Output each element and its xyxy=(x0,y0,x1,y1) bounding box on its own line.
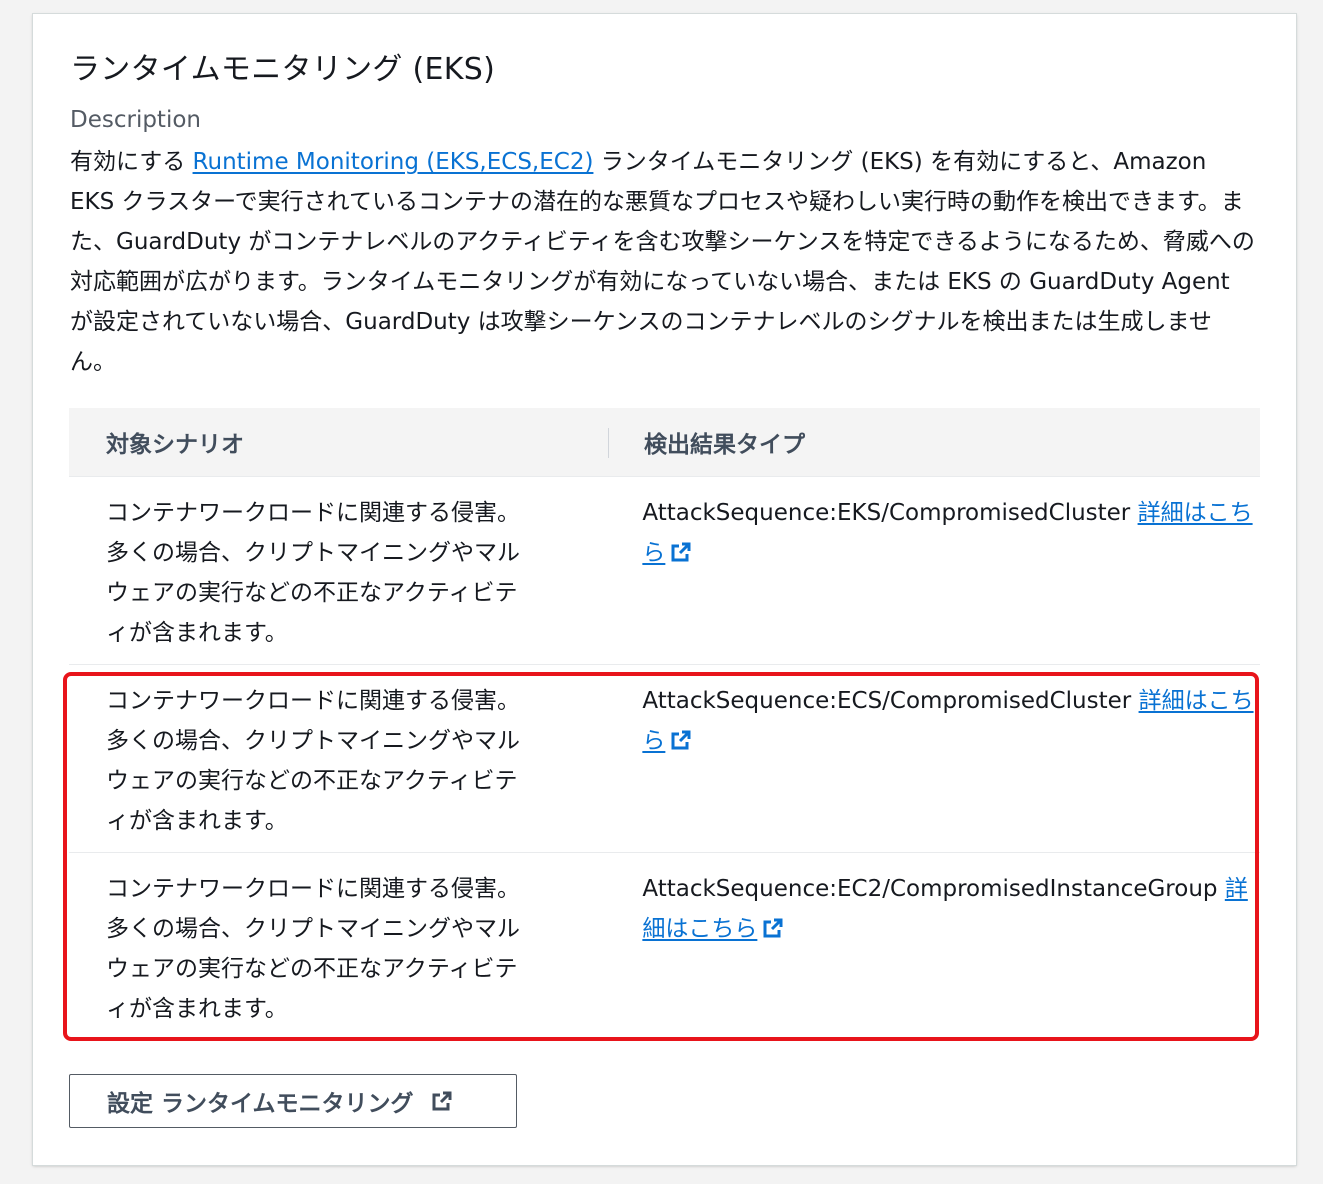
description-label: Description xyxy=(70,107,201,133)
finding-type-cell: AttackSequence:EC2/CompromisedInstanceGr… xyxy=(606,853,1260,1041)
findings-table: 対象シナリオ 検出結果タイプ コンテナワークロードに関連する侵害。多くの場合、ク… xyxy=(69,408,1260,1041)
table-row: コンテナワークロードに関連する侵害。多くの場合、クリプトマイニングやマルウェアの… xyxy=(69,477,1260,665)
finding-type-text: AttackSequence:EKS/CompromisedCluster xyxy=(642,500,1131,526)
finding-type-text: AttackSequence:ECS/CompromisedCluster xyxy=(642,688,1132,714)
table-header: 対象シナリオ 検出結果タイプ xyxy=(69,408,1260,477)
column-header-scenario: 対象シナリオ xyxy=(106,432,244,458)
external-link-icon xyxy=(671,730,691,750)
panel-title: ランタイムモニタリング (EKS) xyxy=(70,52,496,87)
external-link-icon xyxy=(763,918,783,938)
configure-button-label: 設定 ランタイムモニタリング xyxy=(107,1091,414,1117)
external-link-icon xyxy=(671,542,691,562)
external-link-icon xyxy=(432,1091,452,1111)
configure-runtime-monitoring-button[interactable]: 設定 ランタイムモニタリング xyxy=(69,1074,517,1128)
table-row: コンテナワークロードに関連する侵害。多くの場合、クリプトマイニングやマルウェアの… xyxy=(69,665,1260,853)
finding-type-cell: AttackSequence:EKS/CompromisedCluster 詳細… xyxy=(606,477,1260,664)
runtime-monitoring-panel: ランタイムモニタリング (EKS) Description 有効にする Runt… xyxy=(33,14,1296,1165)
description-suffix: ランタイムモニタリング (EKS) を有効にすると、Amazon EKS クラス… xyxy=(70,149,1255,375)
description-prefix: 有効にする xyxy=(70,149,193,175)
runtime-monitoring-link[interactable]: Runtime Monitoring (EKS,ECS,EC2) xyxy=(193,149,594,175)
scenario-cell: コンテナワークロードに関連する侵害。多くの場合、クリプトマイニングやマルウェアの… xyxy=(106,688,520,834)
scenario-cell: コンテナワークロードに関連する侵害。多くの場合、クリプトマイニングやマルウェアの… xyxy=(106,876,520,1022)
description-text: 有効にする Runtime Monitoring (EKS,ECS,EC2) ラ… xyxy=(70,142,1255,382)
finding-type-text: AttackSequence:EC2/CompromisedInstanceGr… xyxy=(642,876,1218,902)
table-row: コンテナワークロードに関連する侵害。多くの場合、クリプトマイニングやマルウェアの… xyxy=(69,853,1260,1041)
column-header-finding-type: 検出結果タイプ xyxy=(608,425,805,459)
finding-type-cell: AttackSequence:ECS/CompromisedCluster 詳細… xyxy=(606,665,1260,852)
scenario-cell: コンテナワークロードに関連する侵害。多くの場合、クリプトマイニングやマルウェアの… xyxy=(106,500,520,646)
